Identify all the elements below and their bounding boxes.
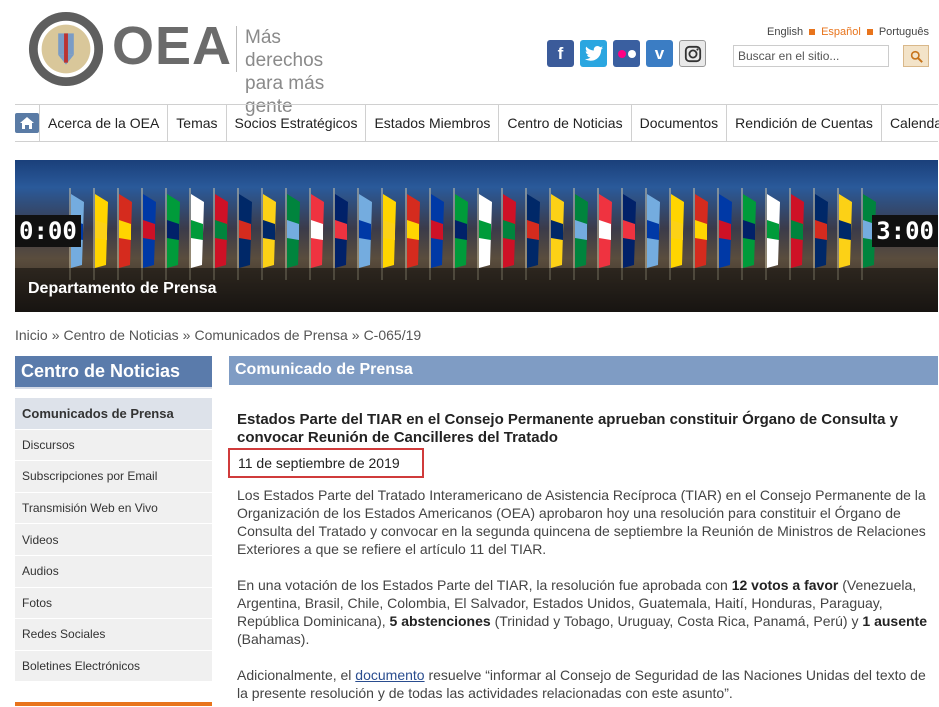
search-icon [910,50,923,63]
nav-acerca[interactable]: Acerca de la OEA [40,105,169,141]
home-button[interactable] [15,105,40,141]
banner-image: 0:00 3:00 Departamento de Prensa [15,160,938,312]
abstentions: 5 abstenciones [389,613,491,629]
sidebar-item-comunicados[interactable]: Comunicados de Prensa [15,398,212,430]
logo-divider [236,26,237,72]
breadcrumb-separator: » [182,327,191,343]
oea-seal-logo[interactable] [27,10,105,88]
sidebar-item-fotos[interactable]: Fotos [15,587,212,620]
lang-portugues[interactable]: Português [879,26,929,38]
tagline-line-1: Más derechos [245,27,324,71]
twitter-icon[interactable] [580,40,607,67]
search-input[interactable]: Buscar en el sitio... [733,45,889,67]
language-switcher: English Español Português [767,26,929,38]
vimeo-icon[interactable]: v [646,40,673,67]
sidebar-item-videos[interactable]: Videos [15,524,212,556]
votes-in-favor: 12 votos a favor [731,577,839,593]
banner-title-bar: Departamento de Prensa [15,268,938,312]
lang-espanol[interactable]: Español [821,26,861,38]
article-date: 11 de septiembre de 2019 [228,448,424,478]
breadcrumb-separator: » [51,327,60,343]
nav-estados-miembros[interactable]: Estados Miembros [366,105,500,141]
sidebar-item-subscripciones[interactable]: Subscripciones por Email [15,461,212,493]
facebook-icon[interactable]: f [547,40,574,67]
clock-display-left: 0:00 [15,215,81,247]
breadcrumb-current: C-065/19 [363,327,422,343]
sidebar-item-redes[interactable]: Redes Sociales [15,619,212,651]
breadcrumb-centro-noticias[interactable]: Centro de Noticias [63,327,178,343]
breadcrumb-comunicados[interactable]: Comunicados de Prensa [194,327,347,343]
breadcrumb-inicio[interactable]: Inicio [15,327,48,343]
sidebar-accent-bar [15,702,212,706]
social-links: f v [547,40,706,67]
breadcrumb: Inicio» Centro de Noticias» Comunicados de… [15,327,421,343]
clock-display-right: 3:00 [872,215,938,247]
nav-temas[interactable]: Temas [168,105,227,141]
breadcrumb-separator: » [351,327,360,343]
sidebar-item-audios[interactable]: Audios [15,555,212,588]
instagram-icon[interactable] [679,40,706,67]
banner-title: Departamento de Prensa [28,280,217,297]
article-paragraph-1: Los Estados Parte del Tratado Interameri… [237,487,926,557]
section-title: Comunicado de Prensa [229,356,938,385]
sidebar-menu: Comunicados de Prensa Discursos Subscrip… [15,398,212,683]
documento-link[interactable]: documento [355,667,424,683]
p2-text: (Trinidad y Tobago, Uruguay, Costa Rica,… [490,613,863,629]
sidebar-item-discursos[interactable]: Discursos [15,429,212,462]
p3-text: Adicionalmente, el [237,667,356,683]
article-paragraph-3: Adicionalmente, el documento resuelve “i… [237,666,927,702]
nav-centro-noticias[interactable]: Centro de Noticias [499,105,632,141]
sidebar-title: Centro de Noticias [15,356,212,389]
nav-rendicion[interactable]: Rendición de Cuentas [727,105,882,141]
p2-text: (Bahamas). [237,631,310,647]
search-button[interactable] [903,45,929,67]
nav-documentos[interactable]: Documentos [632,105,728,141]
sidebar-item-transmision[interactable]: Transmisión Web en Vivo [15,492,212,525]
lang-separator [866,29,873,35]
nav-calendario[interactable]: Calendario [882,105,939,141]
home-icon [15,113,39,133]
nav-socios[interactable]: Socios Estratégicos [227,105,367,141]
lang-english[interactable]: English [767,26,803,38]
flickr-icon[interactable] [613,40,640,67]
lang-separator [809,29,816,35]
oea-logo-text[interactable]: OEA [112,16,232,76]
main-nav: Acerca de la OEA Temas Socios Estratégic… [15,104,939,142]
article-headline: Estados Parte del TIAR en el Consejo Per… [237,411,898,446]
p2-text: En una votación de los Estados Parte del… [237,577,732,593]
article-paragraph-2: En una votación de los Estados Parte del… [237,576,927,648]
absent: 1 ausente [862,613,927,629]
sidebar-item-boletines[interactable]: Boletines Electrónicos [15,650,212,683]
